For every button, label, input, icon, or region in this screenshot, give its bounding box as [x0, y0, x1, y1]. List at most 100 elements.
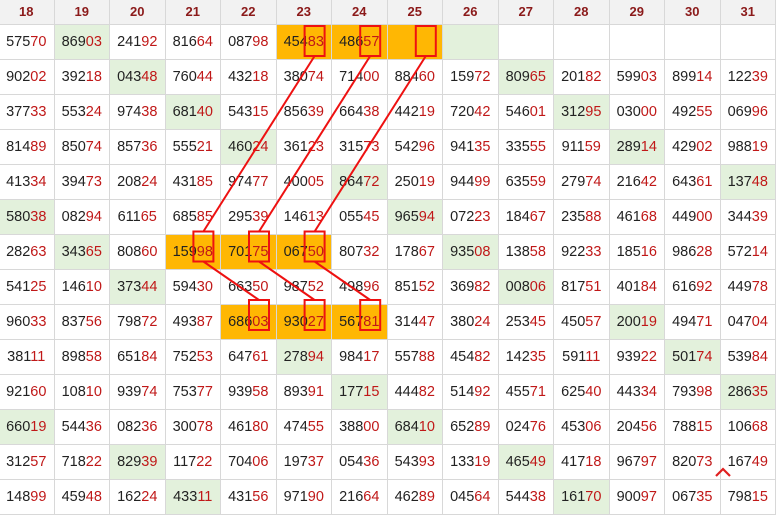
result-cell: 00806: [497, 269, 554, 305]
result-cell: 27974: [553, 164, 610, 200]
number-prefix: 807: [339, 244, 364, 260]
result-cell: 36982: [442, 269, 499, 305]
number-suffix: 40: [196, 104, 213, 120]
result-cell: 55324: [53, 94, 110, 130]
number-suffix: 45: [363, 209, 380, 225]
result-cell: 98628: [664, 234, 721, 270]
result-cell: 88460: [386, 59, 443, 95]
number-suffix: 74: [585, 174, 602, 190]
number-prefix: 514: [450, 384, 475, 400]
number-prefix: 967: [616, 454, 641, 470]
result-cell: 68410: [386, 409, 443, 445]
column-header: 25: [386, 0, 443, 25]
result-cell: 98819: [719, 129, 776, 165]
number-suffix: 65: [529, 69, 546, 85]
number-suffix: 06: [585, 419, 602, 435]
result-cell: 75377: [164, 374, 221, 410]
result-cell: 94499: [442, 164, 499, 200]
number-prefix: 162: [117, 489, 142, 505]
number-prefix: 788: [672, 419, 697, 435]
number-prefix: 450: [561, 314, 586, 330]
number-prefix: 047: [727, 314, 752, 330]
number-suffix: 38: [529, 489, 546, 505]
result-cell: 58038: [0, 199, 55, 235]
number-prefix: 494: [672, 314, 697, 330]
result-cell: 45057: [553, 304, 610, 340]
number-suffix: 39: [307, 104, 324, 120]
result-cell: 59903: [608, 59, 665, 95]
number-suffix: 30: [196, 279, 213, 295]
number-prefix: 314: [394, 314, 419, 330]
number-prefix: 567: [339, 314, 364, 330]
result-cell: 82939: [109, 444, 166, 480]
number-prefix: 082: [61, 209, 86, 225]
number-suffix: 35: [751, 384, 768, 400]
number-suffix: 65: [85, 244, 102, 260]
number-prefix: 492: [672, 104, 697, 120]
result-cell: 90097: [608, 479, 665, 515]
column-header: 30: [664, 0, 721, 25]
result-cell: 93958: [220, 374, 277, 410]
result-cell: 38800: [331, 409, 388, 445]
number-prefix: 373: [117, 279, 142, 295]
result-cell: 10810: [53, 374, 110, 410]
result-cell: 89914: [664, 59, 721, 95]
number-suffix: 03: [252, 314, 269, 330]
number-prefix: 216: [339, 489, 364, 505]
number-prefix: 072: [450, 209, 475, 225]
number-suffix: 72: [141, 314, 158, 330]
number-prefix: 429: [672, 139, 697, 155]
number-prefix: 043: [117, 69, 142, 85]
number-prefix: 413: [6, 174, 31, 190]
number-suffix: 71: [696, 314, 713, 330]
number-prefix: 315: [339, 139, 364, 155]
number-prefix: 984: [339, 349, 364, 365]
number-suffix: 08: [474, 244, 491, 260]
number-prefix: 106: [727, 419, 752, 435]
result-cell: 40184: [608, 269, 665, 305]
result-cell: 30078: [164, 409, 221, 445]
scroll-to-top-button[interactable]: [706, 456, 740, 490]
number-suffix: 48: [141, 69, 158, 85]
number-prefix: 380: [283, 69, 308, 85]
number-prefix: 701: [228, 244, 253, 260]
number-suffix: 53: [196, 349, 213, 365]
number-prefix: 884: [394, 69, 419, 85]
number-prefix: 312: [561, 104, 586, 120]
result-cell: 24192: [109, 24, 166, 60]
number-suffix: 90: [307, 489, 324, 505]
result-cell: [553, 24, 610, 60]
number-suffix: 14: [696, 69, 713, 85]
result-cell: 57214: [719, 234, 776, 270]
number-suffix: 22: [640, 349, 657, 365]
result-cell: 13319: [442, 444, 499, 480]
result-cell: 86903: [53, 24, 110, 60]
number-prefix: 864: [339, 174, 364, 190]
number-prefix: 960: [6, 314, 31, 330]
result-cell: [386, 24, 443, 60]
number-suffix: 06: [252, 454, 269, 470]
number-prefix: 971: [283, 489, 308, 505]
number-prefix: 449: [727, 279, 752, 295]
number-prefix: 557: [394, 349, 419, 365]
result-cell: 68140: [164, 94, 221, 130]
number-suffix: 76: [529, 419, 546, 435]
number-suffix: 44: [196, 69, 213, 85]
number-prefix: 461: [228, 419, 253, 435]
result-cell: 89391: [275, 374, 332, 410]
number-suffix: 94: [85, 209, 102, 225]
number-suffix: 65: [140, 209, 157, 225]
result-cell: 18467: [497, 199, 554, 235]
number-suffix: 50: [307, 244, 324, 260]
number-suffix: 38: [363, 104, 380, 120]
number-suffix: 77: [196, 384, 213, 400]
table-row: 38111 89858 65184 75253 64761 27894 98417 55788…: [0, 339, 776, 375]
number-prefix: 250: [394, 174, 419, 190]
number-suffix: 50: [252, 279, 269, 295]
number-suffix: 18: [85, 69, 102, 85]
number-suffix: 82: [418, 384, 435, 400]
result-cell: 25019: [386, 164, 443, 200]
number-suffix: 28: [696, 244, 713, 260]
number-suffix: 96: [418, 139, 435, 155]
number-suffix: 87: [196, 314, 213, 330]
